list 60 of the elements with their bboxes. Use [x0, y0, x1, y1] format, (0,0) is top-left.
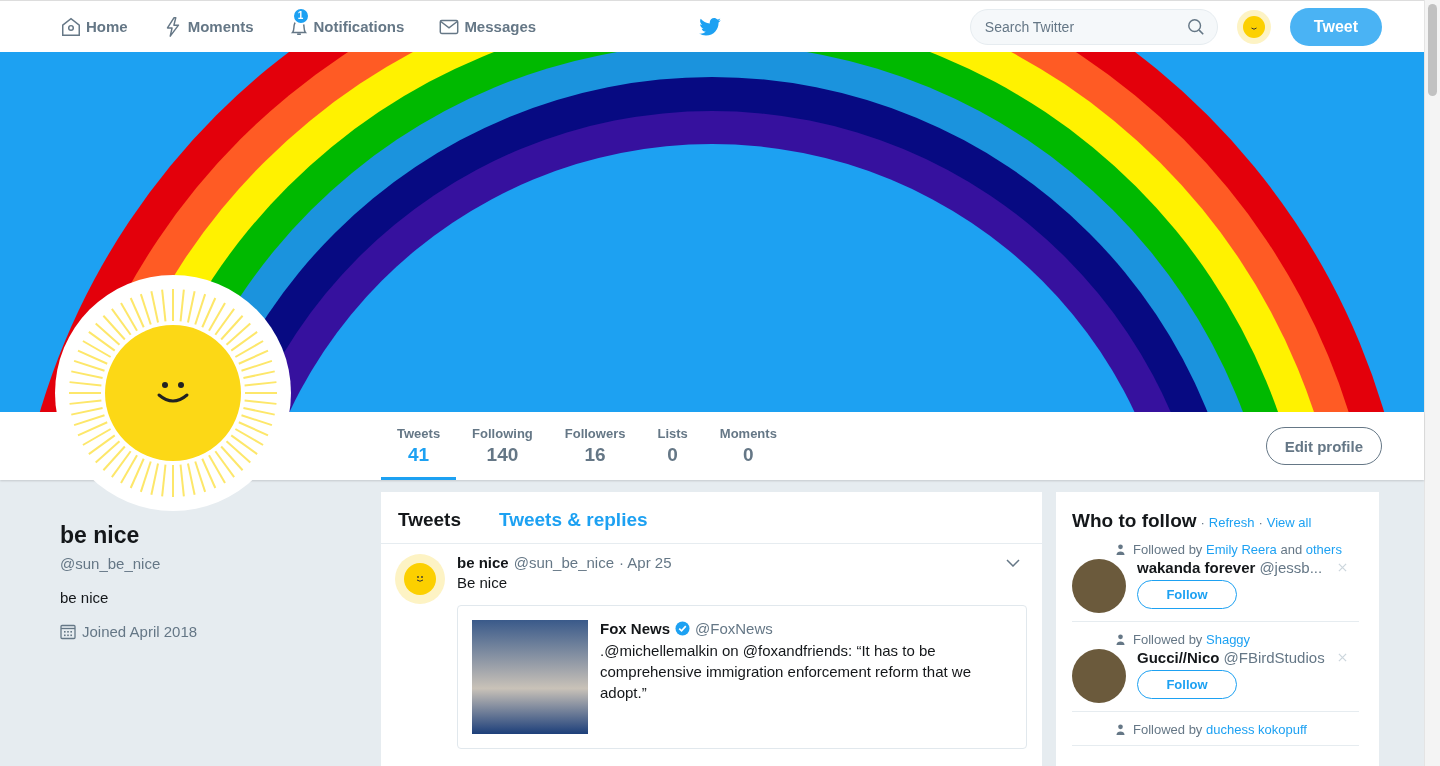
account-name[interactable]: Gucci//Nico: [1137, 649, 1220, 666]
tweet-author-handle[interactable]: @sun_be_nice: [513, 554, 614, 571]
chevron-down-icon[interactable]: [1006, 558, 1020, 567]
close-icon[interactable]: [1338, 653, 1347, 662]
photo-placeholder[interactable]: [1072, 559, 1126, 613]
profile-stat-tab[interactable]: Tweets 41: [381, 412, 457, 480]
profile-stat-tab[interactable]: Followers 16: [548, 412, 642, 480]
follower-link[interactable]: Shaggy: [1206, 632, 1251, 647]
tweet-date[interactable]: · Apr 25: [619, 554, 672, 571]
profile-handle-link[interactable]: @sun_be_nice: [60, 555, 381, 572]
person-icon: [1116, 544, 1125, 555]
tweet-button[interactable]: Tweet: [1289, 7, 1382, 46]
bird-logo-icon[interactable]: [699, 18, 721, 36]
nav-link[interactable]: 1 Notifications: [287, 5, 405, 38]
account-handle[interactable]: @FBirdStudios: [1223, 649, 1325, 666]
who-to-follow-title: Who to follow: [1072, 510, 1197, 532]
quoted-tweet-text: .@michellemalkin on @foxandfriends: “It has to be comprehensive immigration enforcement reform that we adopt.”: [600, 641, 972, 703]
nav-link[interactable]: Moments: [161, 5, 254, 38]
refresh-link[interactable]: Refresh: [1208, 515, 1255, 530]
follow-button[interactable]: Follow: [1137, 580, 1237, 609]
sun-avatar-icon[interactable]: [395, 554, 445, 604]
view-all-link[interactable]: View all: [1266, 515, 1312, 530]
profile-stat-tab[interactable]: Moments 0: [703, 412, 793, 480]
nav-link[interactable]: Messages: [438, 5, 537, 38]
search-icon: [1186, 17, 1205, 36]
search-field[interactable]: Search Twitter: [969, 8, 1218, 45]
followed-by-text: Followed by duchess kokopuff: [1133, 722, 1307, 737]
quoted-author-name: Fox News: [600, 620, 671, 637]
edit-profile-button[interactable]: Edit profile: [1265, 427, 1382, 465]
home-icon: [60, 15, 82, 38]
quoted-author-handle: @FoxNews: [695, 620, 773, 637]
follower-link[interactable]: others: [1305, 542, 1342, 557]
account-handle[interactable]: @jessb...: [1259, 559, 1323, 576]
person-icon: [1116, 634, 1125, 645]
profile-stat-tab[interactable]: Lists 0: [641, 412, 704, 480]
profile-bio: be nice: [60, 589, 110, 606]
follower-link[interactable]: Emily Reera: [1206, 542, 1277, 557]
separator-dot: ·: [1258, 515, 1263, 530]
separator-dot: ·: [1200, 515, 1205, 530]
joined-date: Joined April 2018: [82, 623, 198, 640]
calendar-icon: [60, 623, 76, 640]
profile-stat-tab[interactable]: Following 140: [456, 412, 549, 480]
account-name[interactable]: wakanda forever: [1137, 559, 1256, 576]
tweet-text: Be nice: [457, 574, 509, 591]
timeline-tab[interactable]: Tweets: [398, 509, 461, 543]
close-icon[interactable]: [1338, 563, 1347, 572]
followed-by-text: Followed by Shaggy: [1133, 632, 1251, 647]
nav-link[interactable]: Home: [60, 5, 128, 38]
follow-button[interactable]: Follow: [1137, 670, 1237, 699]
notification-count-badge: 1: [291, 6, 310, 25]
followed-by-text: Followed by Emily Reera and others: [1133, 542, 1342, 557]
scrollbar[interactable]: [1424, 0, 1440, 766]
photo-placeholder[interactable]: [1072, 649, 1126, 703]
profile-avatar-icon[interactable]: [1235, 8, 1272, 45]
quoted-tweet-card[interactable]: Fox News @FoxNews .@michellemalkin on @foxandfriends: “It has to be comprehensive immigration enforcement reform that we adopt.”: [457, 605, 1027, 749]
tweet-author-name[interactable]: be nice: [457, 554, 509, 571]
follower-link[interactable]: duchess kokopuff: [1206, 722, 1307, 737]
timeline-tab[interactable]: Tweets & replies: [499, 509, 648, 543]
person-icon: [1116, 724, 1125, 735]
profile-name: be nice: [60, 522, 141, 549]
